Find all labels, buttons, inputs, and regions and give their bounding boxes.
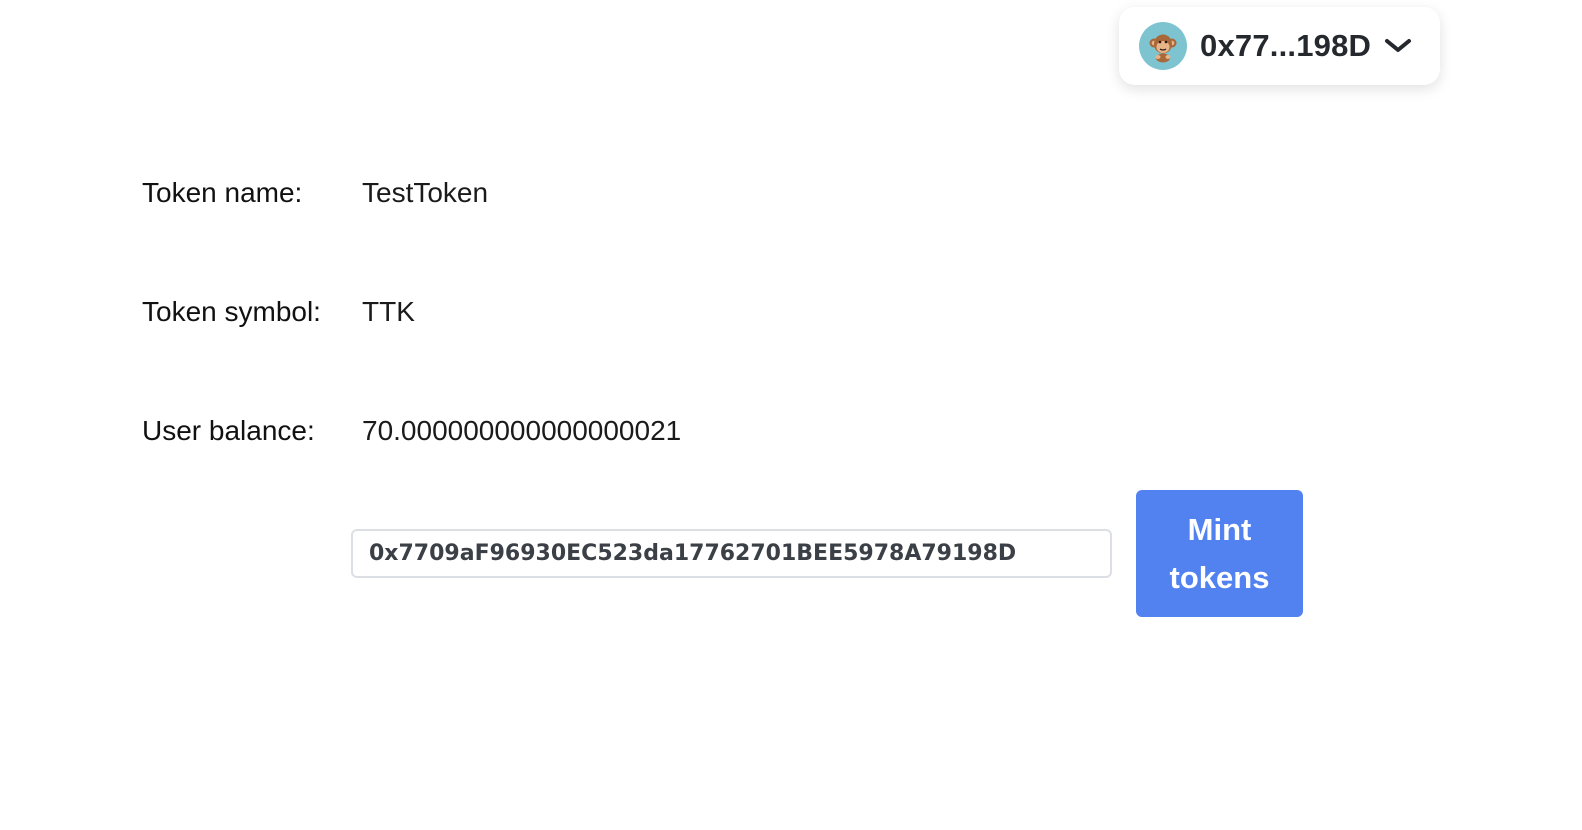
- token-name-label: Token name:: [142, 177, 303, 208]
- chevron-down-icon: [1383, 31, 1413, 61]
- account-address: 0x77...198D: [1200, 28, 1372, 63]
- account-button[interactable]: 0x77...198D: [1119, 7, 1440, 85]
- user-balance-row: User balance: 70.000000000000000021: [142, 411, 681, 451]
- user-balance-value: 70.000000000000000021: [362, 415, 682, 446]
- token-name-row: Token name: TestToken: [142, 173, 488, 213]
- monkey-emoji-icon: [1146, 29, 1180, 63]
- token-name-value: TestToken: [362, 177, 489, 208]
- user-balance-label: User balance:: [142, 415, 315, 446]
- page: 0x77...198D Token name: TestToken Token …: [0, 0, 1582, 830]
- token-symbol-value: TTK: [362, 296, 415, 327]
- token-symbol-label: Token symbol:: [142, 296, 321, 327]
- mint-address-input[interactable]: [351, 529, 1112, 578]
- account-avatar: [1139, 22, 1187, 70]
- mint-tokens-button[interactable]: Mint tokens: [1136, 490, 1303, 617]
- token-symbol-row: Token symbol: TTK: [142, 292, 415, 332]
